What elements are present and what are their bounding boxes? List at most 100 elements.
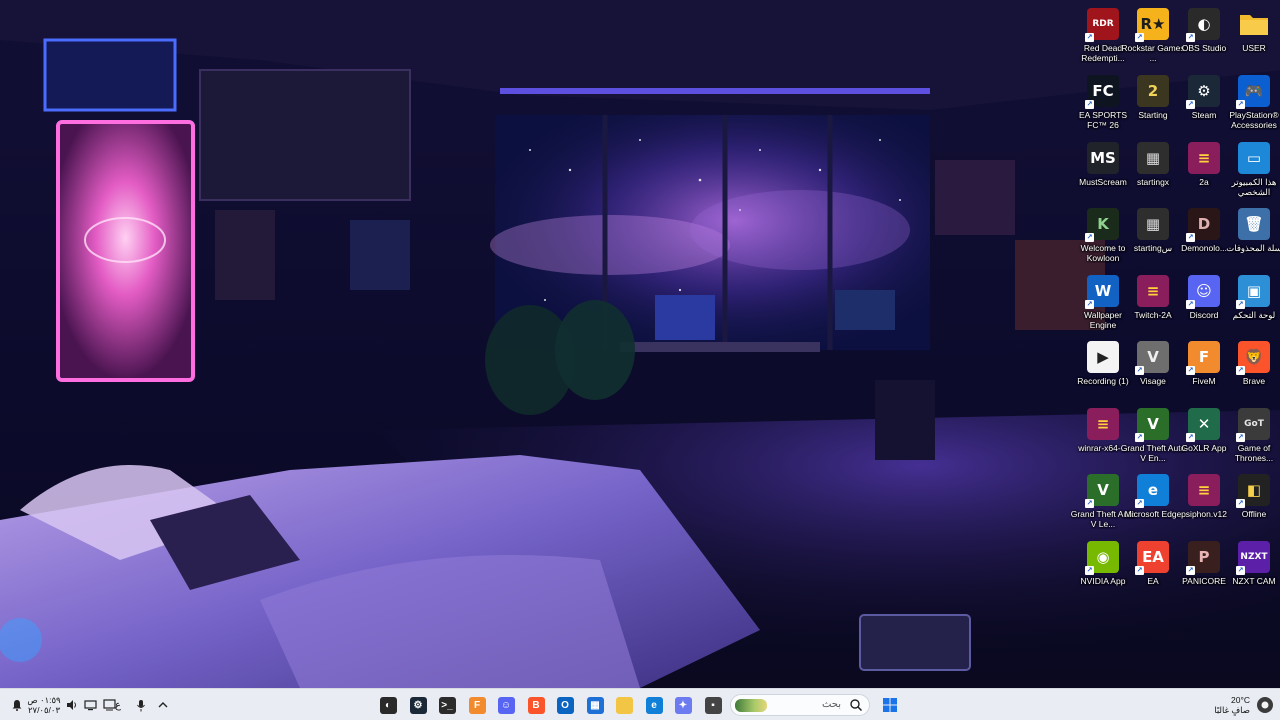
- weather-description: صافٍ غالبًا: [1214, 705, 1250, 715]
- ea-sports-fc-icon: FC ↗: [1085, 75, 1119, 109]
- wallpaper-engine-icon: W ↗: [1085, 275, 1119, 309]
- fivem-taskbar[interactable]: F: [465, 693, 489, 717]
- outlook-taskbar[interactable]: O: [553, 693, 577, 717]
- playstation-accessories-label: PlayStation® Accessories: [1229, 110, 1279, 130]
- game-of-thrones-icon: GoT ↗: [1236, 408, 1270, 442]
- steam-taskbar[interactable]: ⚙: [406, 693, 430, 717]
- offline-label: Offline: [1241, 509, 1267, 519]
- desktop-icon-recycle-bin[interactable]: 🗑 سلة المحذوفات: [1221, 205, 1280, 269]
- playstation-accessories-icon: 🎮 ↗: [1236, 75, 1270, 109]
- brave-icon: 🦁 ↗: [1236, 341, 1270, 375]
- shortcut-arrow-icon: ↗: [1236, 300, 1245, 309]
- windows-logo-icon: [883, 698, 897, 712]
- search-icon: [849, 698, 863, 712]
- chevron-up-icon[interactable]: [154, 693, 172, 717]
- shortcut-arrow-icon: ↗: [1186, 300, 1195, 309]
- shortcut-arrow-icon: ↗: [1135, 33, 1144, 42]
- this-pc-label: هذا الكمبيوتر الشخصي: [1231, 177, 1277, 197]
- steam-icon: ⚙ ↗: [1186, 75, 1220, 109]
- shortcut-arrow-icon: ↗: [1085, 566, 1094, 575]
- microphone-icon[interactable]: [132, 693, 150, 717]
- speaker-icon[interactable]: [64, 693, 80, 717]
- fivem-icon: F: [468, 696, 486, 714]
- twitch-2a-icon: ≡: [1137, 275, 1169, 307]
- red-dead-redemption-icon: RDR ↗: [1085, 8, 1119, 42]
- weather-icon[interactable]: [1254, 693, 1276, 717]
- desktop-icon-offline[interactable]: ◧ ↗ Offline: [1221, 471, 1280, 535]
- shortcut-arrow-icon: ↗: [1135, 499, 1144, 508]
- desktop-icon-playstation-accessories[interactable]: 🎮 ↗ PlayStation® Accessories: [1221, 72, 1280, 136]
- shortcut-arrow-icon: ↗: [1186, 433, 1195, 442]
- obs-studio-icon: ◐ ↗: [1186, 8, 1220, 42]
- offline-icon: ◧ ↗: [1236, 474, 1270, 508]
- shortcut-arrow-icon: ↗: [1236, 433, 1245, 442]
- psiphon-icon: ≡: [1188, 474, 1220, 506]
- shortcut-arrow-icon: ↗: [1186, 33, 1195, 42]
- shortcut-arrow-icon: ↗: [1236, 366, 1245, 375]
- visage-icon: V ↗: [1135, 341, 1169, 375]
- shortcut-arrow-icon: ↗: [1186, 566, 1195, 575]
- fivem-icon: F ↗: [1186, 341, 1220, 375]
- discord-taskbar[interactable]: ☺: [494, 693, 518, 717]
- obs-icon: ◐: [379, 696, 397, 714]
- desktop-icon-this-pc[interactable]: ▭ هذا الكمبيوتر الشخصي: [1221, 139, 1280, 203]
- store-icon: ▦: [586, 696, 604, 714]
- weather-widget[interactable]: 20°C صافٍ غالبًا: [1200, 693, 1250, 717]
- nvidia-app-icon: ◉ ↗: [1085, 541, 1119, 575]
- search-box[interactable]: بحث: [730, 694, 870, 716]
- brave-icon: B: [527, 696, 545, 714]
- shortcut-arrow-icon: ↗: [1135, 566, 1144, 575]
- copilot-taskbar[interactable]: ✦: [671, 693, 695, 717]
- panicore-icon: P ↗: [1186, 541, 1220, 575]
- copilot-icon: ✦: [674, 696, 692, 714]
- recycle-bin-label: سلة المحذوفات: [1226, 243, 1280, 253]
- desktop-icon-user-folder[interactable]: USER: [1221, 5, 1280, 69]
- shortcut-arrow-icon: ↗: [1085, 233, 1094, 242]
- nzxt-cam-icon: NZXT ↗: [1236, 541, 1270, 575]
- start-button[interactable]: [879, 693, 901, 717]
- desktop-icon-control-panel[interactable]: ▣ ↗ لوحة التحكم: [1221, 272, 1280, 336]
- steam-icon: ⚙: [409, 696, 427, 714]
- search-placeholder: بحث: [821, 699, 841, 710]
- desktop-icon-brave[interactable]: 🦁 ↗ Brave: [1221, 338, 1280, 402]
- starting-exe-icon: 2: [1137, 75, 1169, 107]
- control-panel-icon: ▣ ↗: [1236, 275, 1270, 309]
- discord-icon: ☺: [497, 696, 515, 714]
- clock-date: ٢٧/٠٥/٠٣: [27, 705, 61, 715]
- file-explorer-taskbar[interactable]: [612, 693, 636, 717]
- language-indicator[interactable]: ع: [108, 693, 128, 717]
- app-icon: ▪: [704, 696, 722, 714]
- rockstar-games-icon: R★ ↗: [1135, 8, 1169, 42]
- discord-icon: ☺ ↗: [1186, 275, 1220, 309]
- notification-bell-icon[interactable]: [8, 693, 26, 717]
- outlook-icon: O: [556, 696, 574, 714]
- edge-taskbar[interactable]: e: [642, 693, 666, 717]
- brave-taskbar[interactable]: B: [524, 693, 548, 717]
- this-pc-icon: ▭: [1238, 142, 1270, 174]
- shortcut-arrow-icon: ↗: [1135, 366, 1144, 375]
- desktop-icon-nzxt-cam[interactable]: NZXT ↗ NZXT CAM: [1221, 538, 1280, 602]
- shortcut-arrow-icon: ↗: [1085, 33, 1094, 42]
- desktop-icon-game-of-thrones[interactable]: GoT ↗ Game of Thrones...: [1221, 405, 1280, 469]
- store-taskbar[interactable]: ▦: [583, 693, 607, 717]
- obs-taskbar[interactable]: ◐: [376, 693, 400, 717]
- terminal-taskbar[interactable]: >_: [435, 693, 459, 717]
- clock[interactable]: ٠١:٥٩ ص ٢٧/٠٥/٠٣: [26, 693, 62, 717]
- gta-v-legacy-icon: V ↗: [1085, 474, 1119, 508]
- user-folder-label: USER: [1242, 43, 1266, 53]
- microsoft-edge-icon: e ↗: [1135, 474, 1169, 508]
- weather-temperature: 20°C: [1231, 695, 1250, 705]
- brave-label: Brave: [1242, 376, 1266, 386]
- gta-v-enhanced-icon: V ↗: [1135, 408, 1169, 442]
- archive-2a-icon: ≡: [1188, 142, 1220, 174]
- network-icon[interactable]: [82, 693, 98, 717]
- goxlr-app-icon: ✕ ↗: [1186, 408, 1220, 442]
- shortcut-arrow-icon: ↗: [1236, 566, 1245, 575]
- mustscream-icon: MS: [1087, 142, 1119, 174]
- file-explorer-icon: [615, 696, 633, 714]
- app-taskbar[interactable]: ▪: [701, 693, 725, 717]
- shortcut-arrow-icon: ↗: [1085, 100, 1094, 109]
- recording-1-icon: ▶: [1087, 341, 1119, 373]
- demonologist-icon: D ↗: [1186, 208, 1220, 242]
- taskbar: ٠١:٥٩ ص ٢٧/٠٥/٠٣ ع ◐ ⚙ >_ F ☺ B O ▦ e ✦ ▪ بحث 20°C…: [0, 688, 1280, 720]
